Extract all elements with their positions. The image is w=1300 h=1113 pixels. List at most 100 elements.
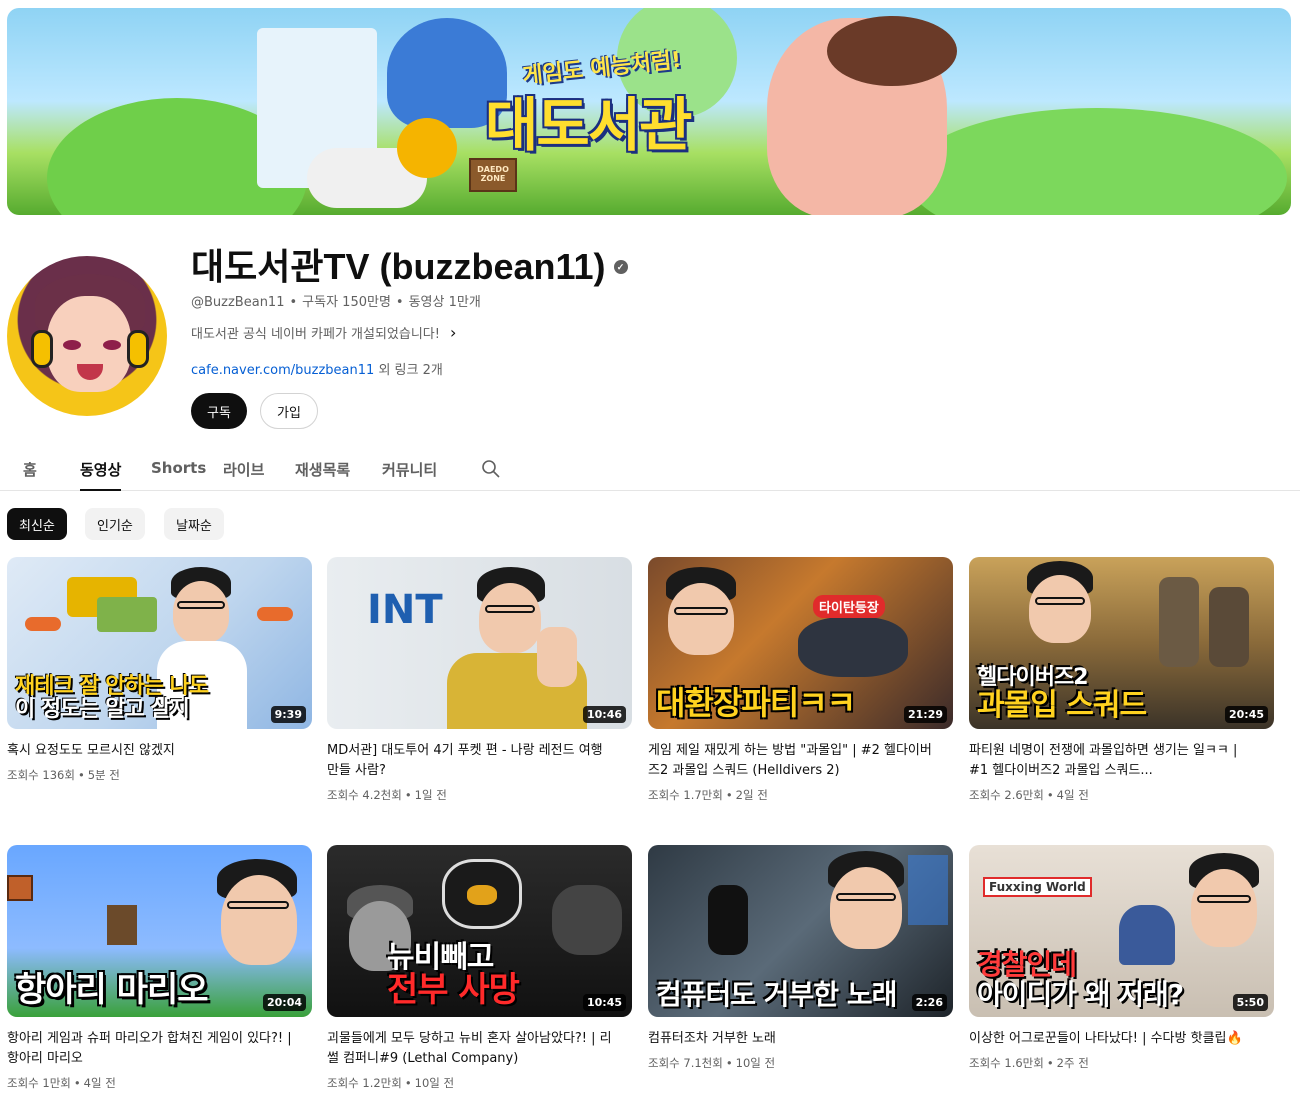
view-count: 조회수 7.1천회 [648,1056,723,1070]
thumbnail-caption: 아이디가 왜 저래? [977,977,1184,1011]
video-duration: 20:04 [262,994,306,1011]
tab-shorts[interactable]: Shorts [151,459,206,477]
video-duration: 9:39 [270,706,306,723]
upload-age: 10일 전 [414,1076,455,1090]
upload-age: 2일 전 [735,788,768,802]
video-card[interactable]: Fuxxing World 경찰인데 아이디가 왜 저래? 5:50 이상한 어… [969,845,1274,1071]
channel-meta: @BuzzBean11 • 구독자 150만명 • 동영상 1만개 [191,295,481,310]
video-meta: 조회수 1.2만회 • 10일 전 [327,1076,455,1090]
video-meta: 조회수 1.7만회 • 2일 전 [648,788,768,802]
chevron-right-icon[interactable]: › [450,323,456,342]
headset-icon [127,330,149,368]
video-meta: 조회수 1만회 • 4일 전 [7,1076,116,1090]
upload-age: 10일 전 [735,1056,776,1070]
thumbnail-caption: 재테크 잘 안하는 나도 [15,673,209,699]
more-links[interactable]: 외 링크 2개 [378,363,442,378]
thumbnail-caption: 컴퓨터도 거부한 노래 [656,977,897,1011]
subscriber-count: 구독자 150만명 [302,295,391,310]
video-meta: 조회수 7.1천회 • 10일 전 [648,1056,776,1070]
video-thumbnail[interactable]: 컴퓨터도 거부한 노래 2:26 [648,845,953,1017]
banner-character-hair [827,16,957,86]
channel-name: 대도서관TV (buzzbean11) [191,246,606,287]
video-card[interactable]: 뉴비빼고 전부 사망 10:45 괴물들에게 모두 당하고 뉴비 혼자 살아남았… [327,845,632,1091]
video-duration: 21:29 [903,706,947,723]
video-thumbnail[interactable]: Fuxxing World 경찰인데 아이디가 왜 저래? 5:50 [969,845,1274,1017]
view-count: 조회수 2.6만회 [969,788,1044,802]
banner-coin [397,118,457,178]
video-title[interactable]: 게임 제일 재밌게 하는 방법 "과몰입" | #2 헬다이버즈2 과몰입 스쿼… [648,741,953,781]
banner-grass [907,108,1287,215]
video-title[interactable]: 혹시 요정도도 모르시진 않겠지 [7,741,312,761]
video-meta: 조회수 4.2천회 • 1일 전 [327,788,447,802]
view-count: 조회수 1.7만회 [648,788,723,802]
tab-community[interactable]: 커뮤니티 [382,459,437,480]
thumbnail-caption: 헬다이버즈2 [977,665,1089,691]
video-title[interactable]: 항아리 게임과 슈퍼 마리오가 합쳐진 게임이 있다?! | 항아리 마리오 [7,1029,312,1069]
view-count: 조회수 1만회 [7,1076,71,1090]
thumbnail-caption: 이 정도는 알고 살지 [15,696,190,722]
verified-icon: ✓ [613,260,628,274]
video-card[interactable]: 헬다이버즈2 과몰입 스쿼드 20:45 파티원 네명이 전쟁에 과몰입하면 생… [969,557,1274,803]
video-count: 동영상 1만개 [408,295,481,310]
upload-age: 1일 전 [414,788,447,802]
video-duration: 5:50 [1232,994,1268,1011]
video-title[interactable]: 괴물들에게 모두 당하고 뉴비 혼자 살아남았다?! | 리썰 컴퍼니#9 (L… [327,1029,632,1069]
video-thumbnail[interactable]: 항아리 마리오 20:04 [7,845,312,1017]
tab-playlists[interactable]: 재생목록 [295,459,350,480]
thumbnail-caption: 경찰인데 [977,948,1077,982]
video-meta: 조회수 136회 • 5분 전 [7,768,120,782]
channel-description[interactable]: 대도서관 공식 네이버 카페가 개설되었습니다! › [191,323,456,342]
channel-tabs: 홈 동영상 Shorts 라이브 재생목록 커뮤니티 [0,447,1300,491]
video-thumbnail[interactable]: 헬다이버즈2 과몰입 스쿼드 20:45 [969,557,1274,729]
video-thumbnail[interactable]: 뉴비빼고 전부 사망 10:45 [327,845,632,1017]
headset-icon [31,330,53,368]
view-count: 조회수 1.2만회 [327,1076,402,1090]
upload-age: 2주 전 [1056,1056,1089,1070]
video-thumbnail[interactable]: 재테크 잘 안하는 나도 이 정도는 알고 살지 9:39 [7,557,312,729]
video-meta: 조회수 2.6만회 • 4일 전 [969,788,1089,802]
tab-videos[interactable]: 동영상 [80,459,122,491]
chip-latest[interactable]: 최신순 [7,508,67,540]
thumbnail-caption: 항아리 마리오 [15,970,209,1011]
channel-handle: @BuzzBean11 [191,295,285,310]
thumbnail-caption: 과몰입 스쿼드 [977,687,1147,723]
video-duration: 2:26 [911,994,947,1011]
video-title[interactable]: 이상한 어그로꾼들이 나타났다! | 수다방 핫클립🔥 [969,1029,1274,1049]
tab-live[interactable]: 라이브 [223,459,264,480]
video-duration: 10:46 [582,706,626,723]
view-count: 조회수 136회 [7,768,75,782]
video-duration: 20:45 [1224,706,1268,723]
video-card[interactable]: 타이탄등장 대환장파티ㅋㅋ 21:29 게임 제일 재밌게 하는 방법 "과몰입… [648,557,953,803]
avatar-eye [103,340,121,350]
thumbnail-caption: 전부 사망 [387,970,520,1011]
video-thumbnail[interactable]: 타이탄등장 대환장파티ㅋㅋ 21:29 [648,557,953,729]
video-title[interactable]: 파티원 네명이 전쟁에 과몰입하면 생기는 일ㅋㅋ | #1 헬다이버즈2 과몰… [969,741,1274,781]
join-button[interactable]: 가입 [260,393,318,429]
channel-link[interactable]: cafe.naver.com/buzzbean11 [191,363,374,378]
video-card[interactable]: 컴퓨터도 거부한 노래 2:26 컴퓨터조차 거부한 노래 조회수 7.1천회 •… [648,845,953,1071]
channel-avatar[interactable] [7,256,167,416]
description-text: 대도서관 공식 네이버 카페가 개설되었습니다! [191,327,440,342]
subscribe-button[interactable]: 구독 [191,393,247,429]
channel-links: cafe.naver.com/buzzbean11 외 링크 2개 [191,359,443,378]
channel-banner: 게임도 예능처럼! 대도서관 DAEDO ZONE [7,8,1291,215]
thumbnail-caption: 뉴비빼고 [387,939,494,975]
avatar-eye [63,340,81,350]
chip-oldest[interactable]: 날짜순 [164,508,224,540]
video-duration: 10:45 [582,994,626,1011]
search-icon[interactable] [481,459,501,479]
video-card[interactable]: INT 10:46 MD서관] 대도투어 4기 푸켓 편 - 나랑 레전드 여행… [327,557,632,803]
video-thumbnail[interactable]: INT 10:46 [327,557,632,729]
tab-home[interactable]: 홈 [23,459,37,480]
view-count: 조회수 1.6만회 [969,1056,1044,1070]
video-card[interactable]: 항아리 마리오 20:04 항아리 게임과 슈퍼 마리오가 합쳐진 게임이 있다… [7,845,312,1091]
video-meta: 조회수 1.6만회 • 2주 전 [969,1056,1089,1070]
channel-title: 대도서관TV (buzzbean11) ✓ [191,238,628,290]
upload-age: 4일 전 [1056,788,1089,802]
chip-popular[interactable]: 인기순 [85,508,145,540]
upload-age: 5분 전 [87,768,120,782]
video-card[interactable]: 재테크 잘 안하는 나도 이 정도는 알고 살지 9:39 혹시 요정도도 모르… [7,557,312,783]
video-title[interactable]: MD서관] 대도투어 4기 푸켓 편 - 나랑 레전드 여행 만들 사람? [327,741,632,781]
thumbnail-caption: 대환장파티ㅋㅋ [656,684,856,723]
video-title[interactable]: 컴퓨터조차 거부한 노래 [648,1029,953,1049]
